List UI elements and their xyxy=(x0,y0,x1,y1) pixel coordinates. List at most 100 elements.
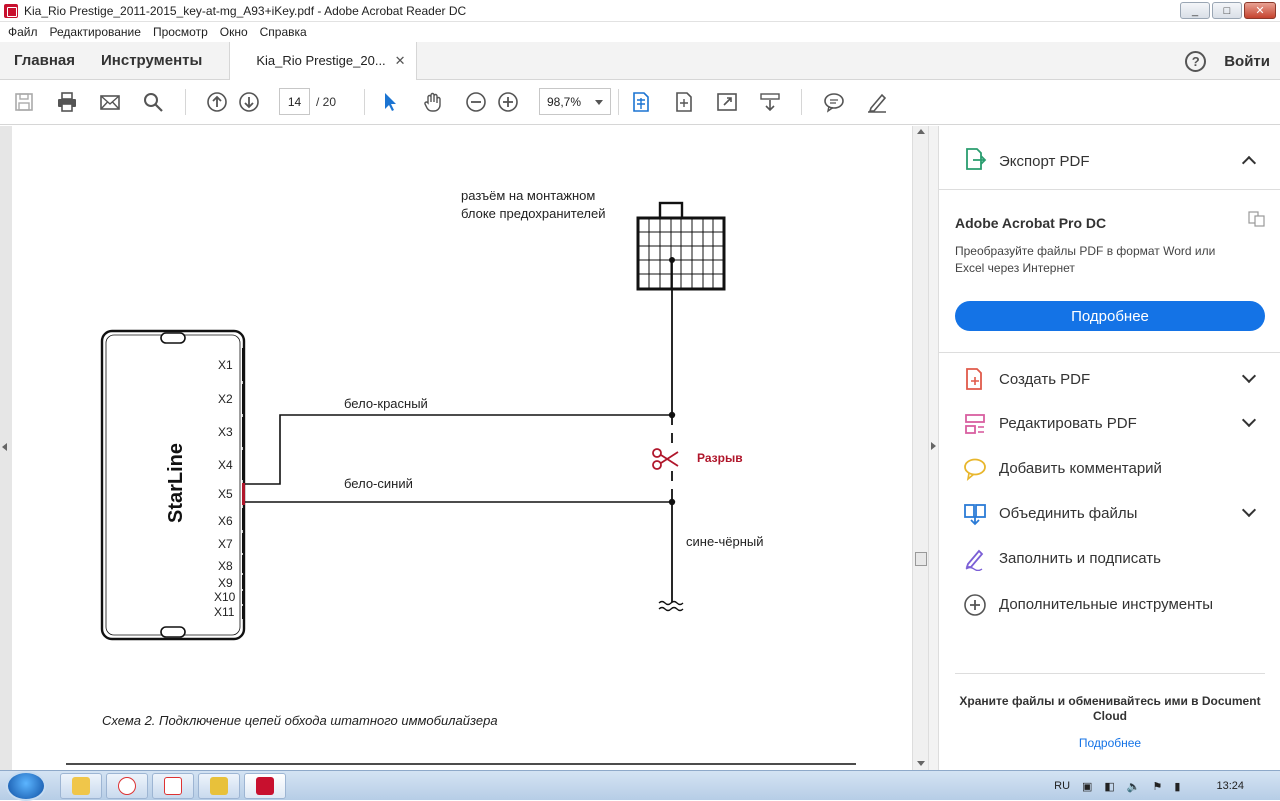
tool-label: Объединить файлы xyxy=(999,505,1138,522)
page-total: / 20 xyxy=(316,95,337,109)
tray-icon[interactable]: ◧ xyxy=(1104,780,1114,793)
signin-button[interactable]: Войти xyxy=(1224,53,1270,70)
connector-label-line1: разъём на монтажном xyxy=(461,188,595,203)
port-label: X1 xyxy=(218,358,233,372)
zoom-in-icon[interactable] xyxy=(496,90,520,114)
app-task[interactable] xyxy=(198,773,240,799)
pdf-page: разъём на монтажном блоке предохранителе… xyxy=(12,126,912,770)
menu-view[interactable]: Просмотр xyxy=(147,25,214,39)
port-label: X4 xyxy=(218,458,233,472)
combine-files-icon xyxy=(964,504,986,526)
close-window-button[interactable]: ✕ xyxy=(1244,2,1276,19)
language-indicator[interactable]: RU xyxy=(1054,780,1070,792)
pane-divider[interactable] xyxy=(928,126,939,770)
wire-label-blue-black: сине-чёрный xyxy=(686,534,764,549)
page-number-input[interactable]: 14 xyxy=(279,88,310,115)
tool-label: Создать PDF xyxy=(999,371,1091,388)
clock[interactable]: 13:24 xyxy=(1216,780,1244,792)
port-label: X5 xyxy=(218,487,233,501)
highlight-pen-icon[interactable] xyxy=(865,90,889,114)
title-bar: Kia_Rio Prestige_2011-2015_key-at-mg_A93… xyxy=(0,0,1280,22)
export-pdf-header[interactable]: Экспорт PDF xyxy=(939,126,1280,190)
doc-tab-label: Kia_Rio Prestige_20... xyxy=(256,53,386,68)
zoom-select[interactable]: 98,7% xyxy=(539,88,611,115)
port-label: X2 xyxy=(218,392,233,406)
hand-tool-icon[interactable] xyxy=(421,90,445,114)
chevron-down-icon xyxy=(1241,412,1257,428)
scissors-icon xyxy=(652,448,679,470)
comment-tool-icon xyxy=(964,458,986,481)
menu-help[interactable]: Справка xyxy=(254,25,313,39)
close-tab-icon[interactable]: ✕ xyxy=(395,53,406,69)
break-label: Разрыв xyxy=(697,451,743,465)
ground-symbol xyxy=(658,600,684,612)
figure-caption: Схема 2. Подключение цепей обхода штатно… xyxy=(102,713,498,728)
explorer-task[interactable] xyxy=(60,773,102,799)
help-icon[interactable]: ? xyxy=(1185,50,1207,72)
maximize-button[interactable]: □ xyxy=(1212,2,1242,19)
toolbar xyxy=(0,80,1280,125)
rotate-page-icon[interactable] xyxy=(672,90,696,114)
acrobat-app-icon xyxy=(4,3,18,18)
pane-separator xyxy=(955,673,1265,674)
folder-icon xyxy=(72,777,90,795)
yandex-icon xyxy=(164,777,182,795)
chevron-down-icon xyxy=(1241,502,1257,518)
fill-sign-icon xyxy=(965,549,984,571)
menu-window[interactable]: Окно xyxy=(214,25,254,39)
vertical-scrollbar[interactable] xyxy=(912,126,928,770)
scroll-up-icon[interactable] xyxy=(917,129,925,134)
fit-page-icon[interactable] xyxy=(629,90,653,114)
next-page-icon[interactable] xyxy=(237,90,261,114)
start-button[interactable] xyxy=(6,771,46,801)
download-icon[interactable] xyxy=(758,90,782,114)
starline-logo: StarLine xyxy=(165,443,187,523)
port-label: X3 xyxy=(218,425,233,439)
network-icon[interactable]: ▮ xyxy=(1174,780,1180,793)
select-cursor-icon[interactable] xyxy=(378,90,402,114)
menu-bar: Файл Редактирование Просмотр Окно Справк… xyxy=(0,22,1280,42)
taskbar: RU ▣ ◧ 🔈 ⚑ ▮ 13:24 xyxy=(0,770,1280,801)
plus-circle-icon xyxy=(964,594,986,616)
port-label: X7 xyxy=(218,537,233,551)
tab-bar: Главная Инструменты Kia_Rio Prestige_20.… xyxy=(0,41,1280,80)
acrobat-task[interactable] xyxy=(244,773,286,799)
tools-pane: Экспорт PDF Adobe Acrobat Pro DC Преобра… xyxy=(939,126,1280,770)
mail-icon[interactable] xyxy=(98,90,122,114)
scroll-thumb[interactable] xyxy=(915,552,927,566)
document-viewer[interactable]: разъём на монтажном блоке предохранителе… xyxy=(0,126,928,770)
collapse-left-icon[interactable] xyxy=(2,443,7,451)
cloud-learn-more-link[interactable]: Подробнее xyxy=(955,736,1265,750)
previous-page-icon[interactable] xyxy=(205,90,229,114)
search-icon[interactable] xyxy=(141,90,165,114)
create-pdf-icon xyxy=(966,368,982,390)
tool-label: Добавить комментарий xyxy=(999,460,1162,477)
menu-edit[interactable]: Редактирование xyxy=(44,25,147,39)
yandex-browser-task[interactable] xyxy=(106,773,148,799)
menu-file[interactable]: Файл xyxy=(0,25,44,39)
tray-icon[interactable]: ▣ xyxy=(1082,780,1092,793)
comment-icon[interactable] xyxy=(822,90,846,114)
tool-label: Дополнительные инструменты xyxy=(999,596,1214,613)
volume-icon[interactable]: 🔈 xyxy=(1127,780,1141,793)
port-label: X11 xyxy=(214,605,235,619)
yandex-task[interactable] xyxy=(152,773,194,799)
wiring-diagram: разъём на монтажном блоке предохранителе… xyxy=(66,188,856,765)
full-screen-icon[interactable] xyxy=(715,90,739,114)
learn-more-button[interactable]: Подробнее xyxy=(955,301,1265,331)
file-convert-icon xyxy=(1248,211,1265,227)
fuse-block-connector xyxy=(636,201,726,291)
flag-icon[interactable]: ⚑ xyxy=(1153,780,1163,793)
scroll-down-icon[interactable] xyxy=(917,761,925,766)
wire-label-white-blue: бело-синий xyxy=(344,476,413,491)
zoom-out-icon[interactable] xyxy=(464,90,488,114)
wire-label-white-red: бело-красный xyxy=(344,396,428,411)
save-icon[interactable] xyxy=(12,90,36,114)
minimize-button[interactable]: _ xyxy=(1180,2,1210,19)
collapse-pane-icon[interactable] xyxy=(931,442,936,450)
print-icon[interactable] xyxy=(55,90,79,114)
tab-document[interactable]: Kia_Rio Prestige_20... ✕ xyxy=(229,41,417,80)
tab-home[interactable]: Главная xyxy=(0,52,89,69)
tab-tools[interactable]: Инструменты xyxy=(89,52,216,69)
acrobat-description: Преобразуйте файлы PDF в формат Word или… xyxy=(955,244,1216,275)
